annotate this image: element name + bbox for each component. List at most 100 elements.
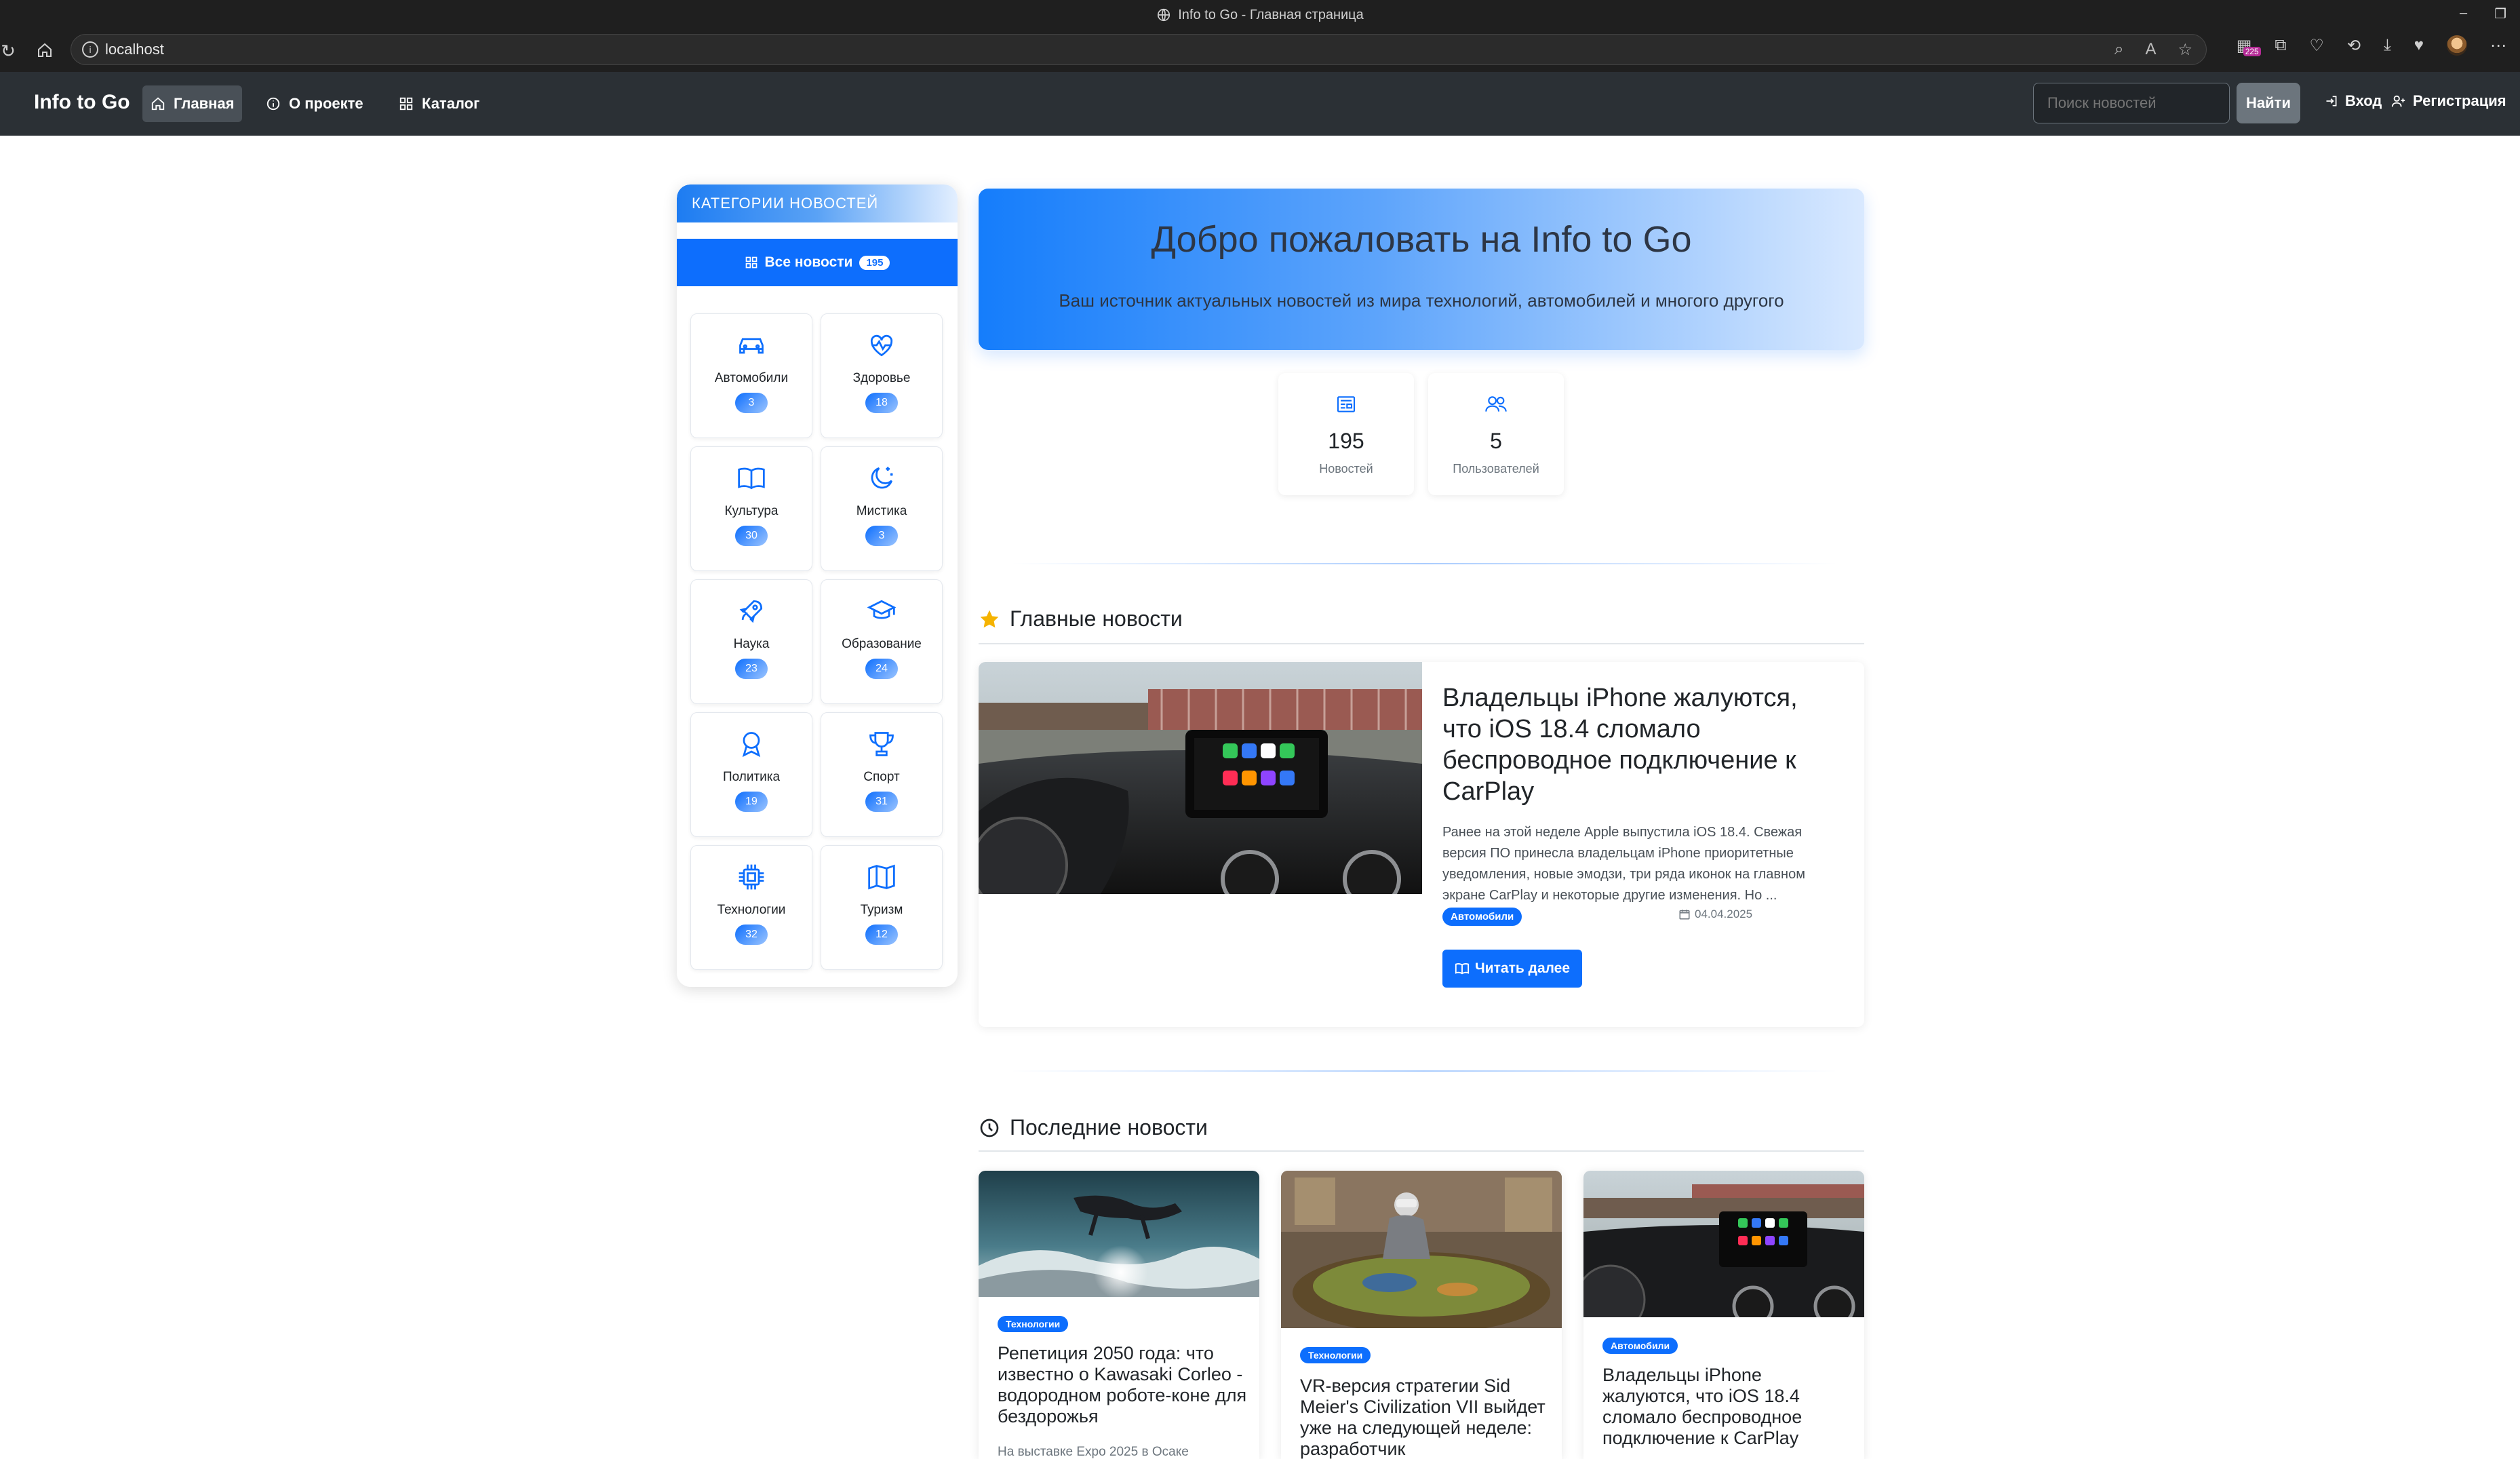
- section-divider: [979, 1150, 1864, 1152]
- category-label: Наука: [733, 637, 770, 651]
- favorite-star-icon[interactable]: ☆: [2178, 40, 2192, 60]
- news-card[interactable]: Автомобили Владельцы iPhone жалуются, чт…: [1583, 1171, 1864, 1459]
- category-tehnologii[interactable]: Технологии 32: [690, 845, 812, 970]
- featured-news-image[interactable]: [979, 662, 1422, 894]
- nav-catalog[interactable]: Каталог: [391, 85, 488, 122]
- news-card-image[interactable]: [1583, 1171, 1864, 1335]
- browser-tab-title: Info to Go - Главная страница: [1178, 7, 1364, 22]
- nav-about[interactable]: О проекте: [258, 85, 372, 122]
- stat-value: 195: [1328, 429, 1364, 453]
- profile-avatar[interactable]: [2447, 35, 2467, 56]
- stat-news: 195 Новостей: [1278, 373, 1414, 495]
- sidebar-header: КАТЕГОРИИ НОВОСТЕЙ: [677, 184, 958, 222]
- extension-badge: 225: [2243, 46, 2261, 56]
- news-card-title[interactable]: VR-версия стратегии Sid Meier's Civiliza…: [1300, 1376, 1551, 1459]
- read-more-button[interactable]: Читать далее: [1442, 950, 1582, 988]
- more-menu-icon[interactable]: ⋯: [2490, 36, 2506, 56]
- zoom-icon[interactable]: ⌕: [2114, 40, 2123, 60]
- search-input[interactable]: [2033, 83, 2230, 123]
- news-card-image[interactable]: [979, 1171, 1259, 1300]
- news-card-title[interactable]: Репетиция 2050 года: что известно о Kawa…: [998, 1343, 1248, 1427]
- category-count: 18: [865, 393, 898, 413]
- refresh-icon[interactable]: ↻: [0, 37, 16, 64]
- section-title-text: Последние новости: [1010, 1115, 1208, 1140]
- read-aloud-icon[interactable]: A: [2145, 40, 2156, 60]
- login-link[interactable]: Вход: [2325, 92, 2382, 110]
- category-count: 24: [865, 659, 898, 679]
- nav-catalog-label: Каталог: [422, 95, 480, 112]
- category-count: 23: [735, 659, 768, 679]
- divider: [1010, 1070, 1838, 1072]
- stat-label: Новостей: [1319, 462, 1373, 475]
- grid-icon: [745, 256, 757, 269]
- browser-toolbar: ↻ i localhost ⌕ A ☆ ▦ 225 ⧉ ♡ ⟲ ⤓ ♥ ⋯: [0, 30, 2520, 72]
- nav-home-label: Главная: [174, 95, 235, 112]
- category-label: Культура: [724, 504, 779, 518]
- calendar-icon: [1679, 910, 1690, 920]
- category-kultura[interactable]: Культура 30: [690, 446, 812, 571]
- all-news-link[interactable]: Все новости 195: [677, 239, 958, 286]
- browser-tab[interactable]: Info to Go - Главная страница: [1156, 7, 1364, 23]
- welcome-banner: Добро пожаловать на Info to Go Ваш источ…: [979, 189, 1864, 350]
- category-politika[interactable]: Политика 19: [690, 712, 812, 837]
- stat-users: 5 Пользователей: [1428, 373, 1564, 495]
- category-mistika[interactable]: Мистика 3: [821, 446, 943, 571]
- category-turizm[interactable]: Туризм 12: [821, 845, 943, 970]
- minimize-icon[interactable]: –: [2460, 5, 2467, 22]
- category-badge[interactable]: Технологии: [1300, 1347, 1371, 1363]
- restore-icon[interactable]: ❐: [2494, 5, 2506, 22]
- site-info-icon[interactable]: i: [82, 41, 98, 58]
- url-text: localhost: [105, 41, 164, 58]
- category-sport[interactable]: Спорт 31: [821, 712, 943, 837]
- news-card-image[interactable]: [1281, 1171, 1562, 1334]
- news-card[interactable]: Технологии Репетиция 2050 года: что изве…: [979, 1171, 1259, 1459]
- category-badge[interactable]: Технологии: [998, 1316, 1069, 1332]
- category-zdorove[interactable]: Здоровье 18: [821, 313, 943, 438]
- home-icon[interactable]: [31, 37, 58, 64]
- category-badge[interactable]: Автомобили: [1602, 1338, 1678, 1354]
- performance-icon[interactable]: ♡: [2310, 36, 2325, 56]
- nav-about-label: О проекте: [289, 95, 363, 112]
- latest-news-heading: Последние новости: [979, 1115, 1208, 1140]
- category-count: 30: [735, 526, 768, 546]
- category-avtomobili[interactable]: Автомобили 3: [690, 313, 812, 438]
- news-card[interactable]: Технологии VR-версия стратегии Sid Meier…: [1281, 1171, 1562, 1459]
- news-date-text: 04.04.2025: [1695, 908, 1753, 920]
- category-count: 12: [865, 925, 898, 945]
- register-link[interactable]: Регистрация: [2391, 92, 2506, 110]
- category-badge[interactable]: Автомобили: [1442, 908, 1522, 926]
- stat-value: 5: [1490, 429, 1502, 453]
- read-more-label: Читать далее: [1474, 960, 1571, 976]
- featured-news-title[interactable]: Владельцы iPhone жалуются, что iOS 18.4 …: [1442, 682, 1843, 807]
- news-card-title[interactable]: Владельцы iPhone жалуются, что iOS 18.4 …: [1602, 1365, 1853, 1449]
- extension-icon[interactable]: ▦ 225: [2237, 36, 2261, 56]
- book-icon: [738, 467, 765, 490]
- health-icon[interactable]: ♥: [2414, 36, 2424, 55]
- category-count: 32: [735, 925, 768, 945]
- featured-news-card: Владельцы iPhone жалуются, что iOS 18.4 …: [979, 662, 1864, 1027]
- categories-sidebar: КАТЕГОРИИ НОВОСТЕЙ Все новости 195 Автом…: [677, 184, 958, 987]
- hero-title: Добро пожаловать на Info to Go: [1151, 219, 1692, 260]
- category-obrazovanie[interactable]: Образование 24: [821, 579, 943, 704]
- brand-logo[interactable]: Info to Go: [34, 91, 130, 114]
- mortarboard-icon: [867, 600, 897, 619]
- address-bar[interactable]: i localhost ⌕ A ☆: [71, 34, 2207, 65]
- nav-home[interactable]: Главная: [142, 85, 243, 122]
- hero-subtitle: Ваш источник актуальных новостей из мира…: [1059, 290, 1784, 311]
- category-count: 31: [865, 792, 898, 812]
- section-divider: [979, 643, 1864, 644]
- heart-pulse-icon: [870, 334, 893, 357]
- globe-icon: [1158, 8, 1170, 22]
- history-icon[interactable]: ⟲: [2347, 36, 2361, 56]
- category-label: Автомобили: [714, 371, 789, 385]
- info-circle-icon: [267, 97, 280, 111]
- downloads-icon[interactable]: ⤓: [2384, 36, 2391, 55]
- extensions-icon[interactable]: ⧉: [2275, 36, 2286, 55]
- category-label: Образование: [842, 637, 922, 651]
- category-nauka[interactable]: Наука 23: [690, 579, 812, 704]
- category-label: Политика: [722, 770, 781, 784]
- book-icon: [1455, 963, 1470, 975]
- all-news-label: Все новости: [764, 254, 853, 270]
- featured-news-excerpt: Ранее на этой неделе Apple выпустила iOS…: [1442, 825, 1805, 903]
- search-button[interactable]: Найти: [2237, 83, 2300, 123]
